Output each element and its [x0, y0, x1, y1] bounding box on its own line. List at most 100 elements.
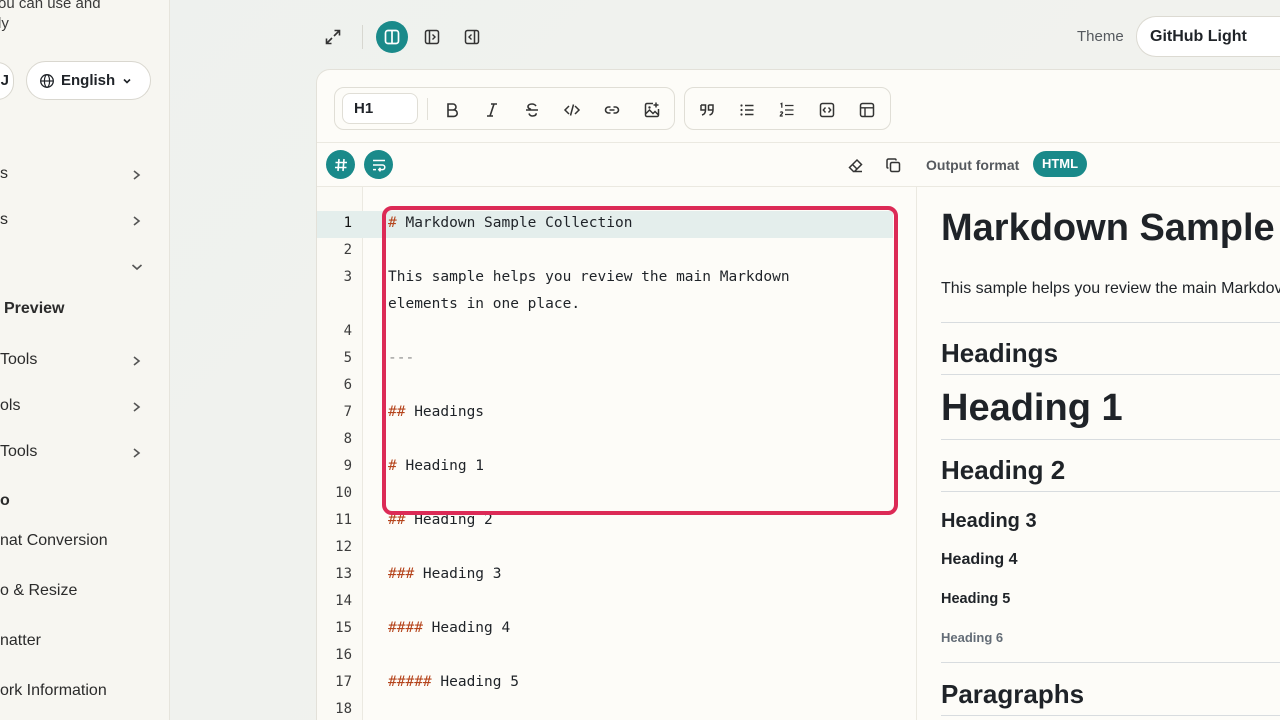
preview-title: Markdown Sample C	[941, 207, 1280, 249]
code-block-button[interactable]	[814, 97, 840, 123]
sidebar-intro: ou can use and ly	[0, 0, 169, 34]
inline-code-button[interactable]	[559, 97, 585, 123]
code-text: This sample helps you review the main Ma…	[388, 269, 790, 285]
line-number: 18	[335, 701, 352, 717]
chevron-right-icon	[133, 356, 141, 366]
line-number: 17	[335, 674, 352, 690]
chevron-down-icon	[131, 264, 143, 271]
code-line: ## Headings	[388, 404, 484, 420]
code-block-icon	[819, 102, 835, 118]
editor-only-button[interactable]	[416, 21, 448, 53]
output-format-label: Output format	[926, 157, 1020, 173]
line-number: 12	[335, 539, 352, 555]
line-number: 16	[335, 647, 352, 663]
code-text: Heading 2	[405, 512, 493, 528]
sidebar-item[interactable]: Tools	[0, 441, 150, 465]
sidebar-item[interactable]: s	[0, 209, 150, 233]
sidebar-item-label: s	[0, 165, 8, 182]
sidebar-item[interactable]: ols	[0, 395, 150, 419]
code-line: ---	[388, 350, 414, 366]
line-number: 8	[343, 431, 352, 447]
italic-button[interactable]	[479, 97, 505, 123]
line-number: 13	[335, 566, 352, 582]
code-text: Heading 4	[422, 620, 511, 636]
code-line: ### Heading 3	[388, 566, 502, 582]
editor-card: H1 Output format HTML 1 2 3 4 5 6 7 8 9 …	[316, 69, 1280, 720]
sidebar-item[interactable]: natter	[0, 630, 150, 654]
language-label: English	[61, 72, 116, 89]
bold-icon	[447, 103, 458, 118]
sidebar-item-active[interactable]: Preview	[4, 298, 154, 322]
markdown-editor[interactable]: 1 2 3 4 5 6 7 8 9 10 11 12 13 14 15 16 17 18 # Markdown S…	[317, 187, 917, 720]
line-numbers-toggle[interactable]	[326, 150, 355, 179]
markdown-marker: ---	[388, 350, 415, 366]
line-number: 11	[335, 512, 352, 528]
link-button[interactable]	[599, 97, 625, 123]
globe-icon	[40, 73, 54, 88]
expand-arrows-icon	[325, 29, 341, 45]
bullet-list-button[interactable]	[734, 97, 760, 123]
image-add-icon	[644, 102, 660, 118]
code-line: ##### Heading 5	[388, 674, 519, 690]
bold-button[interactable]	[439, 97, 465, 123]
sidebar-item[interactable]: Tools	[0, 349, 150, 373]
line-number: 3	[343, 269, 352, 285]
sidebar-item-label: Tools	[0, 351, 38, 368]
preview-heading-4: Heading 4	[941, 551, 1018, 568]
theme-label: Theme	[1077, 28, 1124, 45]
markdown-marker: #####	[388, 674, 432, 690]
quote-icon	[700, 104, 714, 116]
line-number: 4	[343, 323, 352, 339]
eraser-icon	[847, 158, 863, 172]
sidebar-intro-line: ly	[0, 15, 9, 32]
code-line: # Markdown Sample Collection	[388, 215, 632, 231]
panel-right-icon	[464, 29, 480, 45]
word-wrap-toggle[interactable]	[364, 150, 393, 179]
line-number: 14	[335, 593, 352, 609]
blockquote-button[interactable]	[694, 97, 720, 123]
output-format-badge[interactable]: HTML	[1033, 151, 1087, 177]
numbered-list-button[interactable]	[774, 97, 800, 123]
formatting-toolbar: H1	[317, 70, 1280, 143]
strikethrough-button[interactable]	[519, 97, 545, 123]
sidebar-item-label: nat Conversion	[0, 532, 108, 549]
language-button[interactable]: English	[26, 61, 151, 100]
table-button[interactable]	[854, 97, 880, 123]
sidebar-left-pill-button[interactable]: J	[0, 62, 14, 100]
chevron-right-icon	[133, 170, 141, 180]
sidebar-section-heading: o	[0, 490, 150, 514]
hash-icon	[334, 158, 347, 171]
chevron-right-icon	[133, 402, 141, 412]
link-icon	[604, 106, 620, 114]
sidebar-item[interactable]: ork Information	[0, 680, 150, 704]
strikethrough-icon	[526, 103, 538, 117]
sidebar-item-expanded[interactable]	[0, 255, 150, 279]
image-button[interactable]	[639, 97, 665, 123]
sidebar-item-label: ork Information	[0, 682, 107, 699]
sidebar-item-label: Preview	[4, 300, 65, 317]
toolbar-divider	[427, 98, 428, 120]
sidebar-item[interactable]: s	[0, 163, 150, 187]
preview-horizontal-rule	[941, 662, 1280, 663]
preview-heading-headings: Headings	[941, 338, 1059, 368]
sidebar-item[interactable]: o & Resize	[0, 580, 150, 604]
heading-select[interactable]: H1	[342, 93, 418, 124]
clear-button[interactable]	[844, 154, 866, 176]
theme-select[interactable]: GitHub Light	[1136, 16, 1280, 57]
preview-heading-5: Heading 5	[941, 591, 1011, 607]
wrap-text-icon	[372, 159, 386, 172]
code-text: Heading 1	[396, 458, 485, 474]
text-format-group: H1	[334, 87, 675, 130]
preview-heading-paragraphs: Paragraphs	[941, 679, 1085, 709]
sidebar: ou can use and ly J English s s Preview …	[0, 0, 170, 720]
preview-heading-3: Heading 3	[941, 510, 1037, 532]
preview-only-button[interactable]	[456, 21, 488, 53]
sidebar-item[interactable]: nat Conversion	[0, 530, 150, 554]
code-line: ## Heading 2	[388, 512, 493, 528]
expand-icon[interactable]	[317, 21, 349, 53]
split-view-button[interactable]	[376, 21, 408, 53]
table-icon	[859, 102, 875, 118]
copy-button[interactable]	[882, 154, 904, 176]
code-line: # Heading 1	[388, 458, 484, 474]
markdown-marker: ####	[388, 620, 423, 636]
